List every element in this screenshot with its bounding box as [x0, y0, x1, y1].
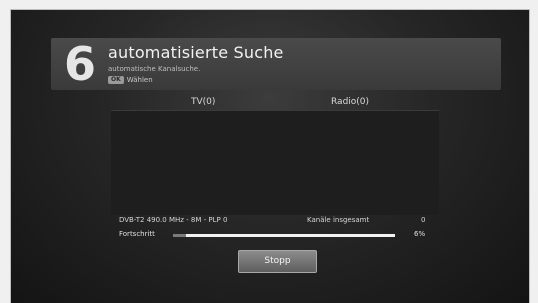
progress-percent: 6% — [414, 230, 426, 238]
step-number: 6 — [63, 37, 96, 91]
channel-list-panel — [111, 110, 439, 215]
channels-total-label: Kanäle insgesamt — [307, 216, 370, 224]
page-subtitle: automatische Kanalsuche. — [108, 65, 201, 73]
tv-screen: 6 automatisierte Suche automatische Kana… — [10, 9, 530, 303]
progress-bar — [173, 234, 395, 237]
progress-label: Fortschritt — [119, 230, 155, 238]
channels-total-value: 0 — [421, 216, 426, 224]
page-title: automatisierte Suche — [108, 43, 284, 62]
ok-hint: OK Wählen — [108, 75, 153, 84]
frequency-info: DVB-T2 490.0 MHz - 8M - PLP 0 — [119, 216, 228, 224]
progress-bar-fill — [173, 234, 187, 237]
radio-column-header: Radio(0) — [331, 97, 370, 107]
header-panel: 6 automatisierte Suche automatische Kana… — [51, 38, 501, 90]
ok-hint-label: Wählen — [126, 75, 153, 84]
stop-button[interactable]: Stopp — [238, 250, 317, 273]
tv-column-header: TV(0) — [191, 97, 216, 107]
ok-key-icon: OK — [108, 75, 124, 84]
